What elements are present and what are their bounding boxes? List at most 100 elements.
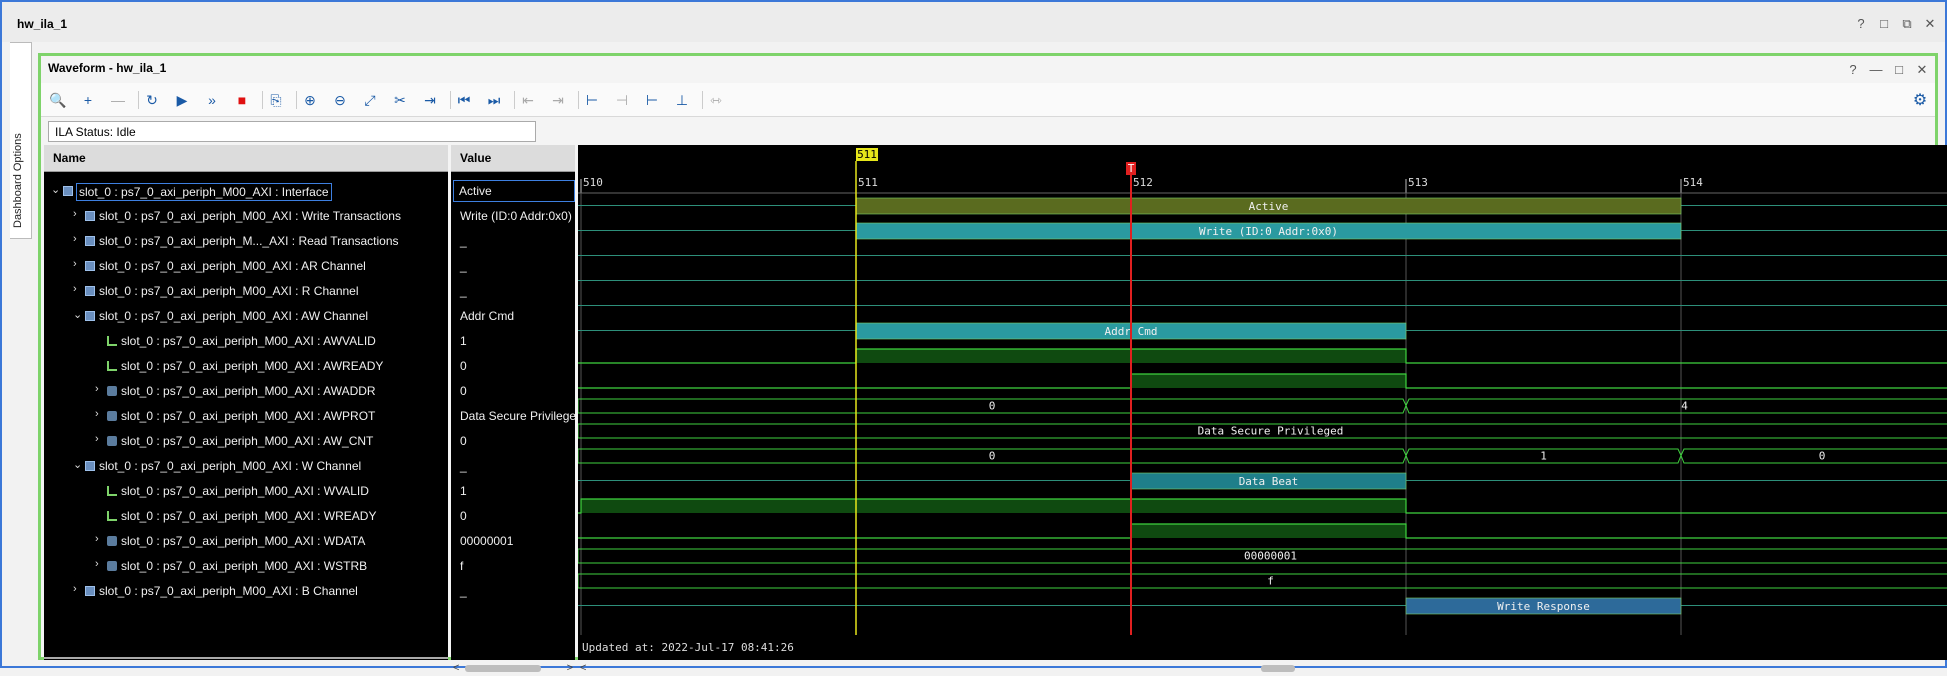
collapse-chevron-icon[interactable]: ⌄ — [73, 458, 85, 471]
expand-chevron-icon[interactable]: › — [95, 383, 107, 395]
minimize-icon[interactable]: — — [1869, 62, 1883, 78]
window-title: hw_ila_1 — [17, 17, 68, 31]
run-trigger-immediate-icon[interactable]: ↻ — [141, 89, 163, 111]
zoom-out-icon[interactable]: ⊖ — [329, 89, 351, 111]
signal-row[interactable]: › slot_0 : ps7_0_axi_periph_M00_AXI : AWP… — [44, 403, 448, 428]
zoom-fit-icon[interactable]: ⤢ — [359, 89, 381, 111]
toolbar-separator — [262, 91, 263, 109]
expand-chevron-icon[interactable]: › — [95, 433, 107, 445]
signal-value: 1 — [460, 484, 467, 498]
signal-row[interactable]: slot_0 : ps7_0_axi_periph_M00_AXI : WVAL… — [44, 478, 448, 503]
scroll-right-icon[interactable]: > — [567, 662, 573, 674]
goto-end-icon[interactable]: ⏭ — [483, 89, 505, 111]
toolbar-separator — [578, 91, 579, 109]
waveform-window-controls: ? — □ ✕ — [1846, 62, 1929, 78]
next-transition-icon[interactable]: ⇥ — [547, 89, 569, 111]
bus-signal-icon — [107, 386, 117, 396]
expand-chevron-icon[interactable]: › — [95, 558, 107, 570]
values-scroll-thumb[interactable] — [465, 665, 541, 672]
bus-signal-icon — [107, 536, 117, 546]
prev-transition-icon[interactable]: ⇤ — [517, 89, 539, 111]
maximize-icon[interactable]: □ — [1877, 16, 1891, 32]
ruler-tick-label: 511 — [858, 176, 878, 189]
expand-chevron-icon[interactable]: › — [95, 408, 107, 420]
zoom-in-icon[interactable]: ⊕ — [299, 89, 321, 111]
expand-chevron-icon[interactable]: › — [73, 233, 85, 245]
signal-row[interactable]: › slot_0 : ps7_0_axi_periph_M00_AXI : AWA… — [44, 378, 448, 403]
signal-name: slot_0 : ps7_0_axi_periph_M00_AXI : Writ… — [99, 209, 401, 223]
swap-icon[interactable]: ⇿ — [705, 89, 727, 111]
toolbar-separator — [296, 91, 297, 109]
bus-segment — [1680, 448, 1947, 464]
waveform-title: Waveform - hw_ila_1 — [48, 61, 167, 75]
run-immediate-icon[interactable]: » — [201, 89, 223, 111]
signal-row[interactable]: › slot_0 : ps7_0_axi_periph_M00_AXI : AW_… — [44, 428, 448, 453]
ruler-tick-label: 512 — [1133, 176, 1153, 189]
interface-icon — [85, 311, 95, 321]
prev-marker-icon[interactable]: ⊣ — [611, 89, 633, 111]
signal-row[interactable]: slot_0 : ps7_0_axi_periph_M00_AXI : WREA… — [44, 503, 448, 528]
dashboard-options-tab[interactable]: Dashboard Options — [10, 42, 32, 239]
signal-name: slot_0 : ps7_0_axi_periph_M00_AXI : WREA… — [121, 509, 377, 523]
auto-scroll-icon[interactable]: ✂ — [389, 89, 411, 111]
expand-chevron-icon[interactable]: › — [95, 533, 107, 545]
help-icon[interactable]: ? — [1846, 62, 1860, 78]
name-column-header[interactable]: Name — [44, 145, 448, 172]
signal-row[interactable]: › slot_0 : ps7_0_axi_periph_M00_AXI : AR … — [44, 253, 448, 278]
waveform-horizontal-scrollbar[interactable]: < — [578, 662, 1947, 676]
signal-row[interactable]: slot_0 : ps7_0_axi_periph_M00_AXI : AWRE… — [44, 353, 448, 378]
waveform-display[interactable]: 5105115125135145ActiveWrite (ID:0 Addr:0… — [578, 145, 1947, 660]
close-icon[interactable]: ✕ — [1915, 62, 1929, 78]
collapse-chevron-icon[interactable]: ⌄ — [51, 183, 63, 196]
next-marker-icon[interactable]: ⊢ — [641, 89, 663, 111]
scroll-left-icon[interactable]: < — [453, 662, 459, 674]
goto-start-icon[interactable]: ⏮ — [453, 89, 475, 111]
expand-chevron-icon[interactable]: › — [73, 283, 85, 295]
export-icon[interactable]: ⎘ — [265, 89, 287, 111]
zoom-search-icon[interactable]: 🔍 — [47, 89, 69, 111]
close-icon[interactable]: ✕ — [1923, 16, 1937, 32]
signal-row[interactable]: ⌄ slot_0 : ps7_0_axi_periph_M00_AXI : AW … — [44, 303, 448, 328]
signal-row[interactable]: › slot_0 : ps7_0_axi_periph_M00_AXI : WDA… — [44, 528, 448, 553]
scroll-left-icon[interactable]: < — [580, 662, 586, 674]
remove-icon[interactable]: — — [107, 89, 129, 111]
add-marker-icon[interactable]: ⊢ — [581, 89, 603, 111]
value-column-header[interactable]: Value — [451, 145, 575, 172]
help-icon[interactable]: ? — [1854, 16, 1868, 32]
signal-name: slot_0 : ps7_0_axi_periph_M00_AXI : WVAL… — [121, 484, 369, 498]
signal-row[interactable]: › slot_0 : ps7_0_axi_periph_M00_AXI : R C… — [44, 278, 448, 303]
expand-chevron-icon[interactable]: › — [73, 258, 85, 270]
signal-row[interactable]: ⌄ slot_0 : ps7_0_axi_periph_M00_AXI : W C… — [44, 453, 448, 478]
bit-high-fill — [1131, 524, 1406, 538]
ila-status-field: ILA Status: Idle — [48, 121, 536, 142]
transaction-label: Write Response — [1497, 600, 1590, 613]
window-title-bar: hw_ila_1 ? □ ⧉ ✕ — [2, 2, 1945, 42]
expand-chevron-icon[interactable]: › — [73, 583, 85, 595]
signal-row[interactable]: ⌄ slot_0 : ps7_0_axi_periph_M00_AXI : Int… — [44, 178, 448, 203]
expand-chevron-icon[interactable]: › — [73, 208, 85, 220]
goto-cursor-icon[interactable]: ⇥ — [419, 89, 441, 111]
bus-value-label: Data Secure Privileged — [1198, 425, 1344, 438]
maximize-icon[interactable]: □ — [1892, 62, 1906, 78]
hw-ila-window: hw_ila_1 ? □ ⧉ ✕ Dashboard Options Wavef… — [0, 0, 1947, 674]
waveform-canvas[interactable]: 5105115125135145ActiveWrite (ID:0 Addr:0… — [578, 145, 1947, 660]
values-horizontal-scrollbar[interactable]: < > — [451, 662, 575, 676]
stop-icon[interactable]: ■ — [231, 89, 253, 111]
signal-row[interactable]: slot_0 : ps7_0_axi_periph_M00_AXI : AWVA… — [44, 328, 448, 353]
signal-row[interactable]: › slot_0 : ps7_0_axi_periph_M00_AXI : B C… — [44, 578, 448, 603]
run-trigger-icon[interactable]: ▶ — [171, 89, 193, 111]
signal-row[interactable]: › slot_0 : ps7_0_axi_periph_M..._AXI : Re… — [44, 228, 448, 253]
delete-markers-icon[interactable]: ⊥ — [671, 89, 693, 111]
bus-segment — [578, 573, 1947, 589]
waveform-scroll-thumb[interactable] — [1261, 665, 1295, 672]
float-icon[interactable]: ⧉ — [1900, 16, 1914, 32]
signal-row[interactable]: › slot_0 : ps7_0_axi_periph_M00_AXI : Wri… — [44, 203, 448, 228]
collapse-chevron-icon[interactable]: ⌄ — [73, 308, 85, 321]
toolbar-separator — [702, 91, 703, 109]
bus-value-label: f — [1267, 575, 1274, 588]
add-icon[interactable]: + — [77, 89, 99, 111]
signal-name: slot_0 : ps7_0_axi_periph_M00_AXI : W Ch… — [99, 459, 362, 473]
signal-value: _ — [460, 459, 467, 473]
settings-gear-icon[interactable]: ⚙ — [1909, 89, 1931, 111]
signal-row[interactable]: › slot_0 : ps7_0_axi_periph_M00_AXI : WST… — [44, 553, 448, 578]
